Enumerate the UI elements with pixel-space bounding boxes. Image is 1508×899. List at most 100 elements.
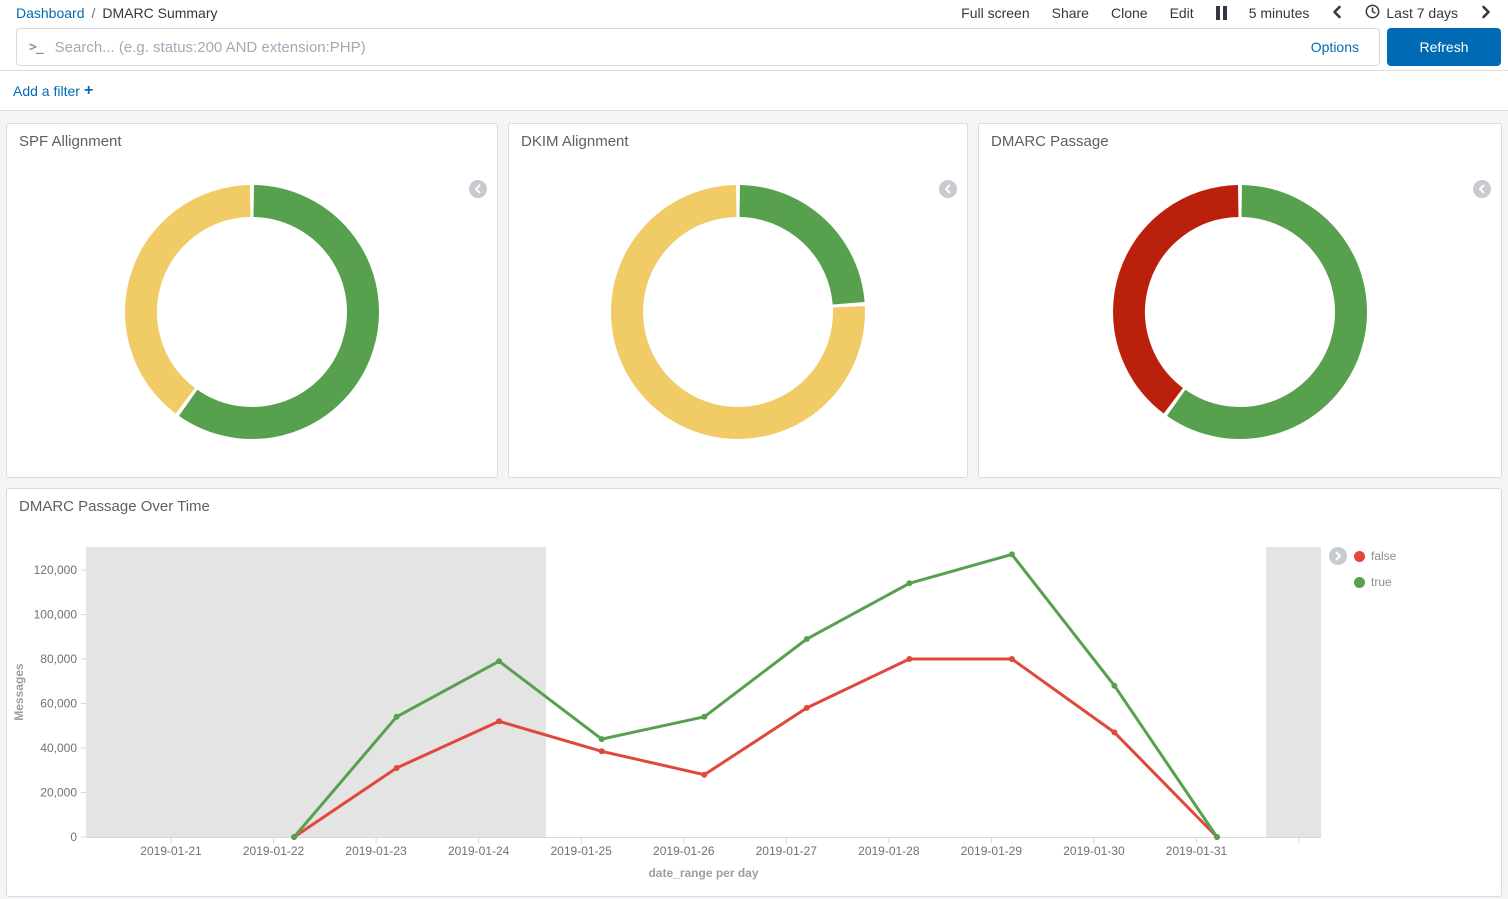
chevron-right-circle-icon (1333, 549, 1343, 564)
legend-expand-button[interactable] (1473, 180, 1491, 198)
spf-donut-chart (112, 172, 392, 452)
refresh-button[interactable]: Refresh (1387, 28, 1501, 66)
legend-dot-false (1354, 551, 1365, 562)
x-tick-label: 2019-01-22 (243, 844, 305, 858)
data-point-false[interactable] (804, 705, 810, 711)
x-axis-title: date_range per day (648, 866, 758, 880)
time-range-back-button[interactable] (1331, 5, 1343, 22)
data-point-true[interactable] (1009, 551, 1015, 557)
panel-title: DKIM Alignment (509, 124, 967, 154)
header: Dashboard / DMARC Summary Full screen Sh… (0, 0, 1508, 71)
y-tick-label: 20,000 (40, 786, 77, 800)
legend-collapse-button[interactable] (1329, 547, 1347, 565)
share-button[interactable]: Share (1052, 5, 1089, 21)
x-tick-label: 2019-01-23 (345, 844, 407, 858)
x-tick-label: 2019-01-29 (961, 844, 1023, 858)
time-range-forward-button[interactable] (1480, 5, 1492, 22)
donut-segment-yellow[interactable] (141, 201, 250, 401)
data-point-true[interactable] (496, 658, 502, 664)
chevron-right-icon (1480, 5, 1492, 22)
filter-bar: Add a filter + (0, 71, 1508, 111)
legend-expand-button[interactable] (939, 180, 957, 198)
panel-dmarc-passage: DMARC Passage (978, 123, 1502, 478)
donut-segment-green[interactable] (740, 201, 849, 303)
dashboard-grid: SPF Allignment DKIM Alignment DMAR (0, 111, 1508, 899)
data-point-true[interactable] (701, 714, 707, 720)
data-point-true[interactable] (906, 580, 912, 586)
y-tick-label: 60,000 (40, 697, 77, 711)
chevron-left-circle-icon (473, 182, 483, 197)
time-range-shaded-band (86, 547, 546, 837)
options-link[interactable]: Options (1303, 39, 1367, 55)
donut-segment-red[interactable] (1129, 201, 1238, 401)
search-input[interactable] (55, 39, 1303, 56)
chart-legend: false true (1329, 543, 1396, 595)
legend-item-false[interactable]: false (1354, 543, 1396, 569)
time-range-picker[interactable]: Last 7 days (1365, 4, 1458, 22)
dmarc-donut-chart (1100, 172, 1380, 452)
data-point-false[interactable] (701, 772, 707, 778)
chevron-left-icon (1331, 5, 1343, 22)
legend-label-false: false (1371, 549, 1396, 563)
y-tick-label: 80,000 (40, 652, 77, 666)
data-point-true[interactable] (291, 834, 297, 840)
dkim-donut-chart (598, 172, 878, 452)
pause-icon[interactable] (1216, 6, 1227, 20)
search-box[interactable]: >_ Options (16, 28, 1380, 66)
panel-dmarc-passage-over-time: DMARC Passage Over Time 2019-01-21 2019-0… (6, 488, 1502, 897)
x-tick-label: 2019-01-28 (858, 844, 920, 858)
legend-dot-true (1354, 577, 1365, 588)
clock-icon (1365, 4, 1380, 22)
x-tick-label: 2019-01-24 (448, 844, 510, 858)
y-tick-label: 40,000 (40, 741, 77, 755)
x-tick-label: 2019-01-26 (653, 844, 715, 858)
y-tick-label: 120,000 (34, 563, 78, 577)
time-range-shaded-band (1266, 547, 1321, 837)
full-screen-button[interactable]: Full screen (961, 5, 1029, 21)
data-point-false[interactable] (599, 748, 605, 754)
x-tick-label: 2019-01-25 (551, 844, 613, 858)
data-point-false[interactable] (1111, 729, 1117, 735)
donut-segment-green[interactable] (188, 201, 363, 423)
page-title: DMARC Summary (102, 5, 217, 21)
data-point-false[interactable] (394, 765, 400, 771)
data-point-false[interactable] (496, 718, 502, 724)
query-bar: >_ Options Refresh (0, 24, 1508, 70)
breadcrumb: Dashboard / DMARC Summary (16, 5, 218, 21)
panel-title: DMARC Passage (979, 124, 1501, 154)
query-prompt-icon: >_ (29, 40, 43, 55)
breadcrumb-dashboard-link[interactable]: Dashboard (16, 5, 85, 21)
breadcrumb-separator: / (92, 5, 96, 21)
data-point-true[interactable] (1214, 834, 1220, 840)
top-nav-menu: Full screen Share Clone Edit 5 minutes L… (961, 4, 1492, 22)
x-tick-label: 2019-01-30 (1063, 844, 1125, 858)
data-point-true[interactable] (394, 714, 400, 720)
edit-button[interactable]: Edit (1170, 5, 1194, 21)
chevron-left-circle-icon (1477, 182, 1487, 197)
data-point-true[interactable] (1111, 683, 1117, 689)
add-filter-label: Add a filter (13, 83, 80, 99)
panel-spf-alignment: SPF Allignment (6, 123, 498, 478)
time-range-label: Last 7 days (1386, 5, 1458, 21)
data-point-true[interactable] (599, 736, 605, 742)
data-point-true[interactable] (804, 636, 810, 642)
legend-expand-button[interactable] (469, 180, 487, 198)
y-axis-title: Messages (12, 663, 26, 721)
legend-item-true[interactable]: true (1354, 569, 1396, 595)
panel-dkim-alignment: DKIM Alignment (508, 123, 968, 478)
x-tick-label: 2019-01-31 (1166, 844, 1228, 858)
x-tick-label: 2019-01-21 (140, 844, 202, 858)
clone-button[interactable]: Clone (1111, 5, 1148, 21)
panel-title: SPF Allignment (7, 124, 497, 154)
plus-icon: + (84, 82, 93, 100)
donut-segment-green[interactable] (1176, 201, 1351, 423)
y-tick-label: 100,000 (34, 608, 78, 622)
legend-label-true: true (1371, 575, 1392, 589)
data-point-false[interactable] (1009, 656, 1015, 662)
panel-title: DMARC Passage Over Time (7, 489, 1501, 519)
add-filter-link[interactable]: Add a filter + (13, 82, 93, 100)
data-point-false[interactable] (906, 656, 912, 662)
y-tick-label: 0 (70, 830, 77, 844)
chevron-left-circle-icon (943, 182, 953, 197)
refresh-interval-button[interactable]: 5 minutes (1249, 5, 1310, 21)
